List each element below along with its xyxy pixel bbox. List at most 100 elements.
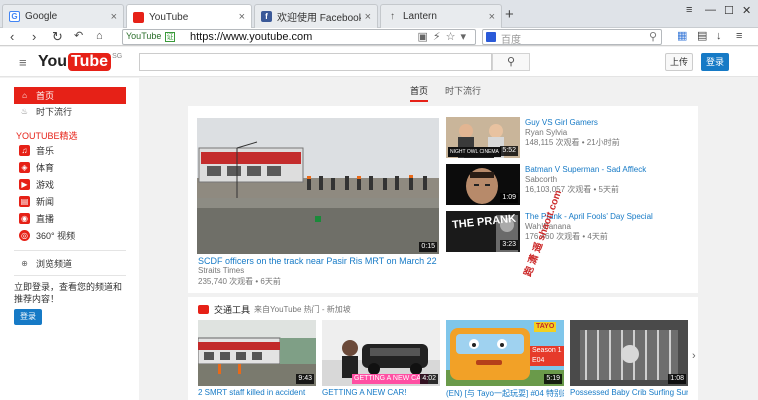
home-button-icon[interactable]: ⌂ [96, 28, 103, 45]
live-icon: ◉ [19, 213, 30, 224]
forward-icon[interactable]: › [32, 28, 36, 45]
side-video-title[interactable]: Batman V Superman - Sad Affleck [525, 165, 646, 174]
sidebar-divider [14, 250, 126, 251]
sidebar-item-news[interactable]: ▤ 新闻 [14, 193, 126, 210]
youtube-search-input[interactable] [139, 53, 492, 71]
side-video-thumbnail[interactable]: THE PRANK 3:23 [446, 211, 520, 252]
url-text[interactable]: https://www.youtube.com [190, 31, 312, 43]
ssl-certificate-icon[interactable]: 证 [165, 32, 175, 42]
side-video-thumbnail[interactable]: 1:09 [446, 164, 520, 205]
address-bar[interactable]: YouTube 证 https://www.youtube.com ▣⚡☆▾ [122, 29, 476, 45]
sidebar-item-360[interactable]: ◎ 360° 视频 [14, 227, 126, 244]
sidebar-login-button[interactable]: 登录 [14, 309, 42, 325]
window-close-icon[interactable]: ✕ [742, 4, 751, 17]
menu-icon[interactable]: ≡ [686, 4, 692, 16]
tab-google[interactable]: G Google × [2, 4, 124, 28]
featured-thumbnail[interactable]: 0:15 [197, 118, 439, 254]
side-video-meta: 148,115 次观看 • 21小时前 [525, 138, 620, 147]
featured-video-title[interactable]: SCDF officers on the track near Pasir Ri… [198, 256, 458, 266]
next-arrow-icon[interactable]: › [692, 350, 696, 362]
row-video-title[interactable]: Possessed Baby Crib Surfing Surv [570, 388, 688, 397]
row-video-thumbnail[interactable]: 1:08 [570, 320, 688, 386]
tab-label: Lantern [403, 11, 437, 22]
tab-youtube[interactable]: YouTube × [126, 4, 252, 29]
guide-menu-icon[interactable]: ≡ [19, 55, 27, 70]
close-icon[interactable]: × [111, 11, 117, 23]
youtube-icon [133, 11, 144, 23]
video-duration: 5:52 [500, 146, 518, 156]
news-icon: ▤ [19, 196, 30, 207]
360-icon: ◎ [19, 230, 30, 241]
thumbnail-overlay: NIGHT OWL CINEMA [448, 147, 501, 157]
tab-label: 欢迎使用 Facebook - 登录 [277, 13, 361, 24]
tab-trending[interactable]: 时下流行 [445, 84, 481, 97]
facebook-icon: f [261, 11, 272, 22]
undo-icon[interactable]: ↶ [74, 28, 83, 45]
guide-sidebar: ⌂ 首页 ♨ 时下流行 YOUTUBE精选 ♫ 音乐 ◈ 体育 ▶ 游戏 ▤ 新… [0, 78, 139, 400]
side-video-channel[interactable]: Ryan Sylvia [525, 128, 567, 137]
minimize-icon[interactable]: — [705, 4, 716, 16]
youtube-search-button[interactable]: ⚲ [492, 53, 530, 71]
baidu-icon [486, 32, 496, 42]
sidebar-item-label: 直播 [36, 214, 55, 224]
address-bar-actions[interactable]: ▣⚡☆▾ [418, 30, 472, 43]
signin-button[interactable]: 登录 [701, 53, 729, 71]
side-video-channel[interactable]: Sabcorth [525, 175, 557, 184]
feed-tabs: 首页 时下流行 [139, 78, 758, 102]
section-header: 交通工具 来自YouTube 热门 - 新加坡 [198, 303, 351, 316]
reload-icon[interactable]: ↻ [52, 28, 63, 45]
upload-button[interactable]: 上传 [665, 53, 693, 71]
tab-facebook[interactable]: f 欢迎使用 Facebook - 登录 × [254, 4, 378, 28]
sidebar-item-browse[interactable]: ⊕ 浏览频道 [14, 255, 126, 272]
sidebar-item-label: 音乐 [36, 146, 55, 156]
lantern-icon: ↑ [390, 11, 395, 22]
browser-search-box[interactable]: 百度 ⚲ [482, 29, 662, 46]
bookmark-icon[interactable]: ▤ [697, 28, 707, 45]
tab-lantern[interactable]: ↑ Lantern × [380, 4, 502, 28]
logo-you: You [38, 53, 68, 70]
row-video-thumbnail[interactable]: GETTING A NEW CAR 4:02 [322, 320, 440, 386]
download-icon[interactable]: ↓ [716, 28, 722, 45]
row-video-thumbnail[interactable]: TAYO Season 1 E04 5:19 [446, 320, 564, 386]
video-duration: 9:43 [296, 374, 314, 384]
sidebar-item-trending[interactable]: ♨ 时下流行 [14, 103, 126, 120]
side-video-title[interactable]: Guy VS Girl Gamers [525, 118, 598, 127]
apps-icon[interactable]: ▦ [677, 28, 687, 45]
sidebar-item-label: 360° 视频 [36, 231, 76, 241]
video-duration: 0:15 [419, 242, 437, 252]
close-icon[interactable]: × [239, 11, 245, 23]
sidebar-item-music[interactable]: ♫ 音乐 [14, 142, 126, 159]
thumbnail-badge: TAYO [534, 322, 557, 332]
row-video-title[interactable]: (EN) [与 Tayo一起玩耍] #04 特别的一天 [446, 388, 564, 399]
sports-icon: ◈ [19, 162, 30, 173]
sidebar-item-sports[interactable]: ◈ 体育 [14, 159, 126, 176]
home-icon: ⌂ [22, 91, 27, 100]
search-icon[interactable]: ⚲ [649, 30, 657, 43]
thumbnail-overlay: Season 1 E04 [530, 346, 564, 366]
row-video-title[interactable]: 2 SMRT staff killed in accident [198, 388, 316, 397]
close-icon[interactable]: × [489, 11, 495, 23]
browser-menu-icon[interactable]: ≡ [736, 28, 742, 45]
tab-home[interactable]: 首页 [410, 84, 429, 102]
search-placeholder[interactable]: 百度 [501, 31, 521, 46]
sidebar-item-gaming[interactable]: ▶ 游戏 [14, 176, 126, 193]
maximize-icon[interactable]: ☐ [724, 4, 734, 17]
sidebar-item-home[interactable]: ⌂ 首页 [14, 87, 126, 104]
video-duration: 1:08 [668, 374, 686, 384]
back-icon[interactable]: ‹ [10, 28, 14, 45]
side-video-thumbnail[interactable]: NIGHT OWL CINEMA 5:52 [446, 117, 520, 158]
section-title[interactable]: 交通工具 [214, 303, 250, 316]
row-video-title[interactable]: GETTING A NEW CAR! [322, 388, 440, 397]
gaming-icon: ▶ [19, 179, 30, 190]
youtube-masthead: ≡ You Tube SG ⚲ 上传 登录 [0, 47, 758, 77]
featured-meta: 235,740 次观看 • 6天前 [198, 277, 281, 286]
youtube-logo[interactable]: You Tube SG [38, 53, 122, 71]
featured-channel[interactable]: Straits Times [198, 266, 244, 275]
browse-icon: ⊕ [21, 259, 28, 268]
row-video-thumbnail[interactable]: 9:43 [198, 320, 316, 386]
sidebar-section-title: YOUTUBE精选 [16, 131, 78, 141]
close-icon[interactable]: × [365, 11, 371, 23]
sidebar-item-live[interactable]: ◉ 直播 [14, 210, 126, 227]
site-identity: YouTube [126, 31, 162, 41]
new-tab-button[interactable]: + [505, 6, 514, 23]
